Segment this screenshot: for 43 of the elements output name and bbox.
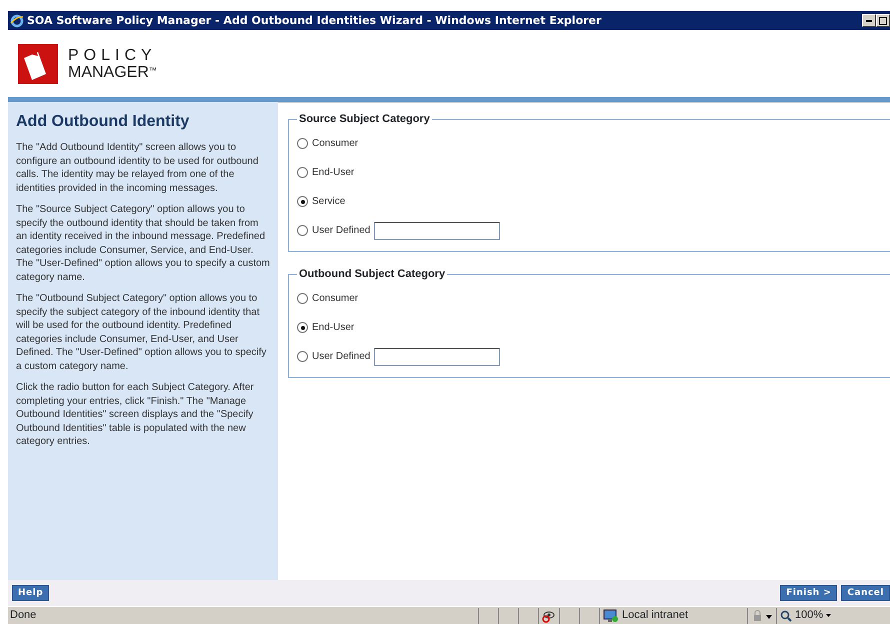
maximize-icon [879, 16, 887, 24]
help-paragraph: Click the radio button for each Subject Category. After completing your entries, click "Finish." The "Manage Outbound Identities" screen displays and the "Specify Outbound Identities" table is populated with the new category entries. [16, 381, 255, 449]
zoom-control[interactable]: 100% [776, 608, 834, 624]
logo-text: MANAGER$^{™}$ [68, 64, 157, 80]
wizard-button[interactable]: Cancel [841, 585, 890, 601]
wizard-button[interactable]: Help [12, 585, 50, 601]
radio-button[interactable] [297, 225, 308, 236]
help-paragraph: The "Outbound Subject Category" option allows you to specify the subject category of the inbound identity that will be used for the outbound identity. Predefined categories include Consumer, End-User, and User Defined. The "User-Defined" option allows you to specify a custom category name. [16, 292, 268, 374]
group-legend: Source Subject Category [297, 113, 432, 125]
radio-label: Consumer [312, 137, 358, 151]
help-paragraph: The "Add Outbound Identity" screen allows you to configure an outbound identity to be used for outbound calls. The identity may be relayed from one of the identities provided in the incoming messages. [16, 141, 260, 196]
zone-text: Local intranet [622, 608, 688, 624]
help-title: Add Outbound Identity [16, 112, 190, 132]
intranet-icon [603, 608, 619, 622]
input-field[interactable] [374, 222, 500, 240]
input-field[interactable] [374, 348, 500, 366]
radio-label: Service [312, 195, 346, 209]
privacy-icon [542, 608, 556, 622]
radio-button[interactable] [297, 138, 308, 149]
radio-label: End-User [312, 321, 354, 335]
radio-button[interactable] [297, 196, 308, 207]
caret-icon [826, 614, 832, 617]
radio-button[interactable] [297, 351, 308, 362]
radio-label: User Defined [312, 224, 370, 238]
zoom-icon [780, 610, 792, 622]
radio-button[interactable] [297, 167, 308, 178]
lock-icon[interactable] [751, 610, 773, 622]
minimize-icon [866, 20, 872, 22]
help-paragraph: The "Source Subject Category" option allows you to specify the outbound identity that should be taken from an identity received in the inbound message. Predefined categories include Consumer, Service, and End-User. The "User-Defined" option allows you to specify a custom category name. [16, 203, 270, 284]
radio-label: End-User [312, 166, 354, 180]
browser-icon [10, 14, 24, 28]
logo-icon [18, 44, 58, 84]
maximize-button[interactable] [876, 14, 890, 27]
radio-label: User Defined [312, 350, 370, 364]
status-text: Done [9, 608, 38, 624]
window-title: SOA Software Policy Manager - Add Outbound Identities Wizard - Windows Internet Explorer [27, 14, 602, 27]
wizard-button[interactable]: Finish > [780, 585, 838, 601]
radio-button[interactable] [297, 322, 308, 333]
minimize-button[interactable] [862, 14, 876, 27]
group-legend: Outbound Subject Category [297, 268, 448, 280]
logo-text: POLICY [68, 46, 157, 64]
radio-button[interactable] [297, 293, 308, 304]
radio-label: Consumer [312, 292, 358, 306]
